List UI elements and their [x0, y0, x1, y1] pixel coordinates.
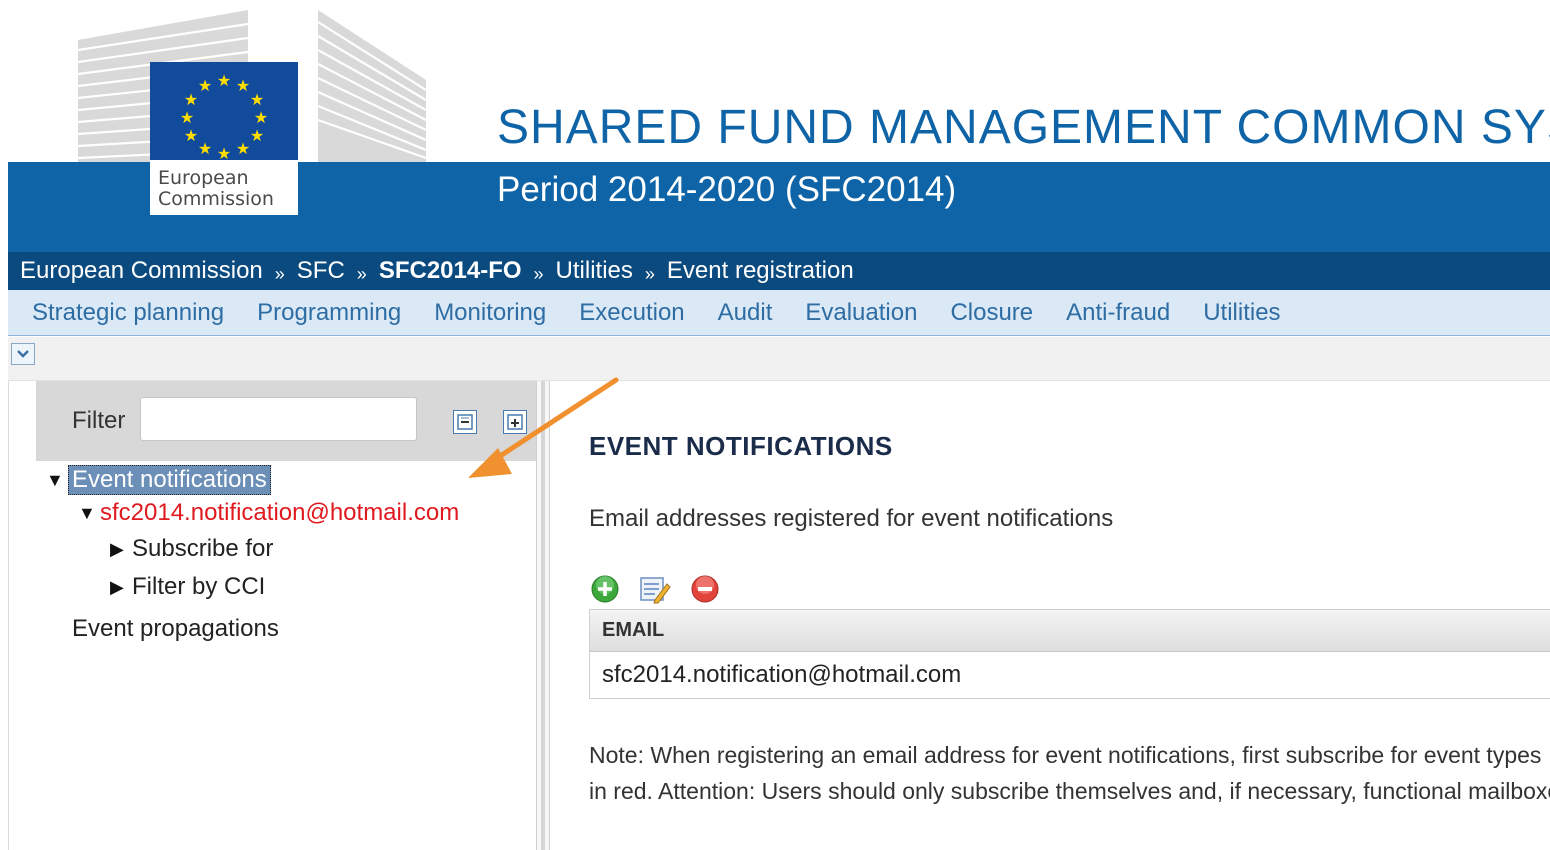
svg-text:★: ★ [198, 76, 212, 95]
nav-utilities[interactable]: Utilities [1203, 299, 1280, 327]
site-subtitle: Period 2014-2020 (SFC2014) [497, 170, 957, 209]
svg-text:★: ★ [254, 108, 268, 127]
main-navigation: Strategic planning Programming Monitorin… [8, 290, 1550, 336]
nav-monitoring[interactable]: Monitoring [434, 299, 546, 327]
tree-node-label[interactable]: Filter by CCI [132, 573, 265, 601]
add-button[interactable] [589, 573, 621, 605]
breadcrumb-item-event-registration: Event registration [666, 257, 854, 284]
tree-node-email[interactable]: ▼ sfc2014.notification@hotmail.com [78, 499, 459, 527]
eu-flag-logo[interactable]: ★ ★ ★ ★ ★ ★ ★ ★ ★ ★ ★ ★ [150, 62, 298, 163]
tree-node-event-propagations[interactable]: Event propagations [72, 615, 279, 643]
expanded-triangle-icon[interactable]: ▼ [78, 503, 100, 524]
tree-node-label[interactable]: sfc2014.notification@hotmail.com [100, 499, 459, 527]
tree-node-filter-by-cci[interactable]: ▶ Filter by CCI [110, 573, 265, 601]
logo-text: European Commission [150, 160, 298, 222]
nav-anti-fraud[interactable]: Anti-fraud [1066, 299, 1170, 327]
delete-icon [691, 575, 719, 603]
filter-bar: Filter [36, 381, 536, 461]
collapse-panel-button[interactable] [11, 343, 35, 365]
breadcrumb-item-sfc2014-fo[interactable]: SFC2014-FO [379, 257, 522, 285]
edit-icon [640, 577, 671, 604]
panel-splitter[interactable] [536, 381, 550, 850]
breadcrumb-item-sfc[interactable]: SFC [297, 257, 345, 285]
site-title: SHARED FUND MANAGEMENT COMMON SYSTEM [497, 101, 1550, 154]
add-icon [591, 575, 619, 603]
content-area: EVENT NOTIFICATIONS Email addresses regi… [551, 381, 1550, 850]
filter-input[interactable] [140, 397, 417, 441]
breadcrumb-separator: » [274, 263, 285, 284]
nav-evaluation[interactable]: Evaluation [805, 299, 917, 327]
breadcrumb-item-utilities[interactable]: Utilities [556, 257, 633, 285]
breadcrumb-separator: » [533, 263, 544, 284]
expand-all-icon [507, 414, 523, 430]
tree-node-label[interactable]: Event propagations [72, 615, 279, 643]
tree-node-subscribe-for[interactable]: ▶ Subscribe for [110, 535, 273, 563]
breadcrumb-item-european-commission[interactable]: European Commission [20, 257, 263, 285]
eu-stars-icon: ★ ★ ★ ★ ★ ★ ★ ★ ★ ★ ★ ★ [180, 71, 268, 163]
section-title: EVENT NOTIFICATIONS [589, 431, 893, 461]
svg-text:★: ★ [236, 139, 250, 158]
nav-programming[interactable]: Programming [257, 299, 401, 327]
breadcrumb-separator: » [644, 263, 655, 284]
svg-text:★: ★ [250, 126, 264, 145]
tree-node-event-notifications[interactable]: ▼ Event notifications [46, 465, 271, 495]
svg-text:★: ★ [217, 71, 231, 90]
delete-button[interactable] [689, 573, 721, 605]
chevron-down-icon [17, 350, 29, 358]
svg-text:★: ★ [217, 144, 231, 160]
tree-node-label[interactable]: Subscribe for [132, 535, 273, 563]
logo-line-2: Commission [158, 188, 274, 210]
filter-label: Filter [72, 407, 126, 434]
svg-text:★: ★ [184, 126, 198, 145]
svg-text:★: ★ [250, 90, 264, 109]
breadcrumb: European Commission » SFC » SFC2014-FO »… [8, 252, 1550, 290]
grid-actions [589, 573, 721, 605]
toolbar-strip [8, 337, 1550, 381]
nav-strategic-planning[interactable]: Strategic planning [32, 299, 224, 327]
expand-all-button[interactable] [503, 410, 527, 434]
nav-execution[interactable]: Execution [579, 299, 684, 327]
collapse-all-button[interactable] [453, 410, 477, 434]
nav-closure[interactable]: Closure [950, 299, 1033, 327]
note-text: Note: When registering an email address … [589, 737, 1550, 809]
edit-button[interactable] [639, 573, 671, 605]
note-line-2: in red. Attention: Users should only sub… [589, 778, 1550, 804]
left-panel: Filter ▼ Event notifications ▼ sfc2014.n… [36, 381, 536, 850]
splitter-handle[interactable] [541, 381, 545, 850]
left-border [8, 381, 9, 850]
breadcrumb-separator: » [356, 263, 367, 284]
logo-line-1: European [158, 167, 249, 189]
grid-header-email[interactable]: EMAIL [590, 610, 1550, 652]
collapsed-triangle-icon[interactable]: ▶ [110, 577, 132, 598]
email-grid: EMAIL sfc2014.notification@hotmail.com [589, 609, 1550, 699]
table-row[interactable]: sfc2014.notification@hotmail.com [590, 652, 1550, 698]
collapsed-triangle-icon[interactable]: ▶ [110, 539, 132, 560]
svg-text:★: ★ [184, 90, 198, 109]
svg-text:★: ★ [180, 108, 194, 127]
collapse-all-icon [457, 414, 473, 430]
svg-text:★: ★ [198, 139, 212, 158]
note-line-1: Note: When registering an email address … [589, 742, 1542, 768]
svg-text:★: ★ [236, 76, 250, 95]
tree-node-label[interactable]: Event notifications [68, 465, 271, 495]
section-description: Email addresses registered for event not… [589, 505, 1114, 532]
nav-audit[interactable]: Audit [718, 299, 773, 327]
expanded-triangle-icon[interactable]: ▼ [46, 470, 68, 491]
